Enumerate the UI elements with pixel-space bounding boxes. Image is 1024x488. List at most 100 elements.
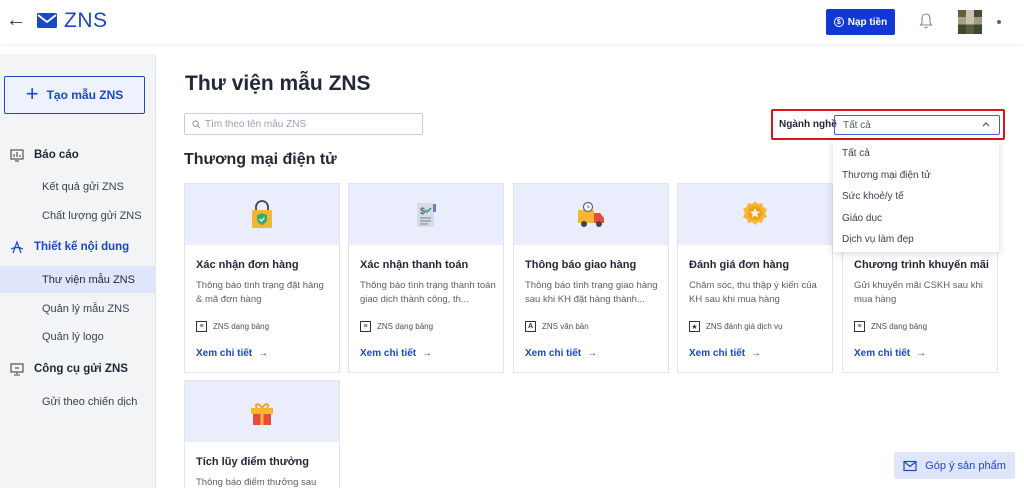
view-details-link[interactable]: Xem chi tiết → — [854, 348, 926, 359]
plus-icon: + — [25, 81, 39, 106]
table-type-icon: ≡ — [196, 321, 207, 332]
nav-section-label: Báo cáo — [34, 149, 79, 161]
chevron-up-icon — [982, 122, 990, 127]
card-title: Thông báo giao hàng — [525, 259, 637, 271]
industry-option-health[interactable]: Sức khoẻ/y tế — [833, 186, 999, 208]
view-details-link[interactable]: Xem chi tiết → — [689, 348, 761, 359]
arrow-right-icon: → — [587, 348, 598, 359]
delivery-truck-icon — [578, 201, 604, 227]
card-title: Tích lũy điểm thưởng — [196, 456, 309, 468]
shopping-bag-icon — [252, 199, 272, 228]
sidebar-item-manage-templates[interactable]: Quản lý mẫu ZNS — [0, 295, 156, 322]
nav-section-label: Công cụ gửi ZNS — [34, 363, 128, 375]
industry-option-all[interactable]: Tất cả — [833, 143, 999, 165]
nav-section-label: Thiết kế nội dung — [34, 241, 130, 253]
design-icon — [10, 240, 24, 254]
table-type-icon: ≡ — [854, 321, 865, 332]
bell-icon[interactable] — [918, 12, 934, 30]
arrow-right-icon: → — [916, 348, 927, 359]
gift-icon — [251, 402, 273, 425]
arrow-right-icon: → — [258, 348, 269, 359]
card-image — [185, 381, 339, 442]
template-card[interactable]: Đánh giá đơn hàng Chăm sóc, thu thập ý k… — [677, 183, 833, 373]
main-content: Thư viện mẫu ZNS Thương mại điện tử Ngàn… — [157, 54, 1024, 488]
rating-type-icon: ★ — [689, 321, 700, 332]
card-type-label: ZNS dạng bảng — [377, 322, 434, 331]
card-type: ≡ ZNS dạng bảng — [360, 321, 433, 332]
sidebar-item-manage-logo[interactable]: Quản lý logo — [0, 323, 156, 350]
card-title: Đánh giá đơn hàng — [689, 259, 790, 271]
coin-icon: $ — [833, 17, 844, 27]
back-arrow-icon[interactable]: ← — [6, 10, 26, 30]
template-card[interactable]: Xác nhận đơn hàng Thông báo tình trạng đ… — [184, 183, 340, 373]
sidebar-item-template-library[interactable]: Thư viện mẫu ZNS — [0, 266, 156, 293]
card-image — [514, 184, 668, 245]
mail-logo-icon — [37, 13, 57, 28]
sidebar-item-send-campaign[interactable]: Gửi theo chiến dịch — [0, 388, 156, 415]
table-type-icon: ≡ — [360, 321, 371, 332]
card-title: Xác nhận đơn hàng — [196, 259, 299, 271]
page-title: Thư viện mẫu ZNS — [185, 72, 371, 95]
industry-filter-label: Ngành nghề — [779, 119, 837, 130]
industry-select[interactable]: Tất cả — [834, 115, 1000, 135]
chart-icon — [10, 149, 24, 162]
svg-text:$: $ — [420, 206, 425, 216]
monitor-icon — [10, 363, 24, 376]
industry-option-beauty[interactable]: Dịch vụ làm đẹp — [833, 229, 999, 251]
view-details-link[interactable]: Xem chi tiết → — [360, 348, 432, 359]
search-box[interactable] — [184, 113, 423, 135]
card-description: Thông báo tình trạng thanh toán giao dịc… — [360, 280, 496, 305]
card-type-label: ZNS dạng bảng — [213, 322, 270, 331]
card-type: ≡ ZNS dạng bảng — [196, 321, 269, 332]
industry-option-ecommerce[interactable]: Thương mại điện tử — [833, 165, 999, 187]
card-description: Gửi khuyến mãi CSKH sau khi mua hàng — [854, 280, 983, 305]
topup-button[interactable]: $ Nạp tiền — [826, 9, 895, 35]
section-title: Thương mại điện tử — [184, 151, 337, 168]
search-input[interactable] — [205, 118, 405, 130]
feedback-mail-icon — [903, 460, 917, 471]
industry-option-education[interactable]: Giáo dục — [833, 208, 999, 230]
text-type-icon: A — [525, 321, 536, 332]
star-badge-icon — [743, 200, 767, 225]
card-description: Thông báo điểm thưởng sau — [196, 477, 317, 488]
more-menu-icon[interactable] — [997, 20, 1001, 24]
nav-section-content-design[interactable]: Thiết kế nội dung — [10, 240, 129, 254]
top-bar: ← ZNS $ Nạp tiền — [0, 0, 1024, 44]
nav-section-send-tools[interactable]: Công cụ gửi ZNS — [10, 362, 128, 376]
card-description: Thông báo tình trạng đặt hàng & mã đơn h… — [196, 280, 324, 305]
card-title: Chương trình khuyến mãi — [854, 259, 989, 271]
template-card[interactable]: Tích lũy điểm thưởng Thông báo điểm thưở… — [184, 380, 340, 488]
card-image — [678, 184, 832, 245]
view-details-link[interactable]: Xem chi tiết → — [196, 348, 268, 359]
card-type: A ZNS văn bản — [525, 321, 589, 332]
card-title: Xác nhận thanh toán — [360, 259, 469, 271]
avatar[interactable] — [958, 10, 982, 34]
card-type: ★ ZNS đánh giá dịch vụ — [689, 321, 783, 332]
arrow-right-icon: → — [751, 348, 762, 359]
card-description: Chăm sóc, thu thập ý kiến của KH sau khi… — [689, 280, 817, 305]
sidebar-item-send-quality[interactable]: Chất lượng gửi ZNS — [0, 202, 156, 229]
industry-filter: Ngành nghề Tất cả — [771, 109, 1005, 140]
feedback-label: Góp ý sản phẩm — [925, 459, 1006, 472]
card-description: Thông báo tình trạng giao hàng sau khi K… — [525, 280, 658, 305]
card-type: ≡ ZNS dạng bảng — [854, 321, 927, 332]
template-card[interactable]: $ Xác nhận thanh toán Thông báo tình trạ… — [348, 183, 504, 373]
create-template-label: Tạo mẫu ZNS — [46, 88, 124, 102]
card-image — [185, 184, 339, 245]
sidebar: + Tạo mẫu ZNS Báo cáo Kết quả gửi ZNS Ch… — [0, 54, 156, 488]
industry-select-value: Tất cả — [843, 119, 871, 131]
feedback-button[interactable]: Góp ý sản phẩm — [894, 452, 1015, 479]
industry-dropdown: Tất cả Thương mại điện tử Sức khoẻ/y tế … — [833, 140, 999, 252]
card-type-label: ZNS văn bản — [542, 322, 589, 331]
nav-section-reports[interactable]: Báo cáo — [10, 148, 79, 162]
search-icon — [192, 119, 201, 128]
arrow-right-icon: → — [422, 348, 433, 359]
card-image: $ — [349, 184, 503, 245]
create-template-button[interactable]: + Tạo mẫu ZNS — [4, 76, 145, 114]
view-details-link[interactable]: Xem chi tiết → — [525, 348, 597, 359]
template-card[interactable]: Thông báo giao hàng Thông báo tình trạng… — [513, 183, 669, 373]
topup-label: Nạp tiền — [847, 16, 888, 28]
card-type-label: ZNS dạng bảng — [871, 322, 928, 331]
zns-logo[interactable]: ZNS — [36, 9, 108, 33]
sidebar-item-send-results[interactable]: Kết quả gửi ZNS — [0, 173, 156, 200]
